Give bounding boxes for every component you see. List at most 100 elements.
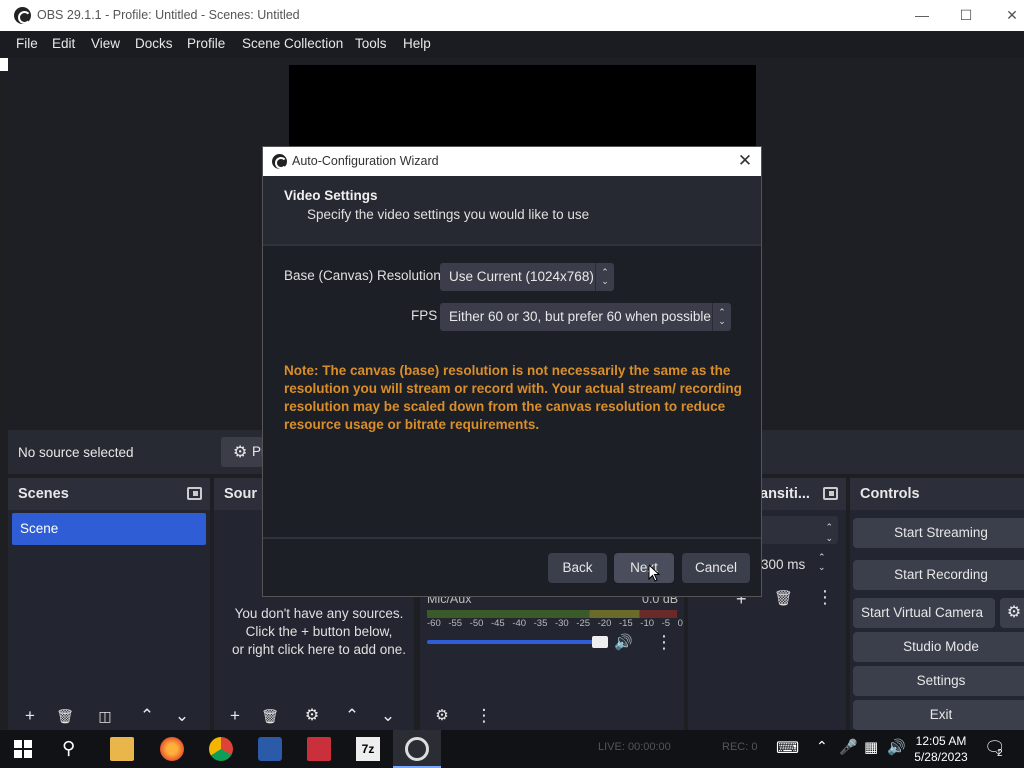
- notification-count: 2: [997, 748, 1003, 759]
- meter-tick: -5: [661, 618, 671, 629]
- clock[interactable]: 12:05 AM 5/28/2023: [910, 733, 972, 765]
- chevron-updown-icon: ⌃ ⌄: [825, 522, 833, 543]
- speaker-icon[interactable]: 🔊: [614, 633, 633, 651]
- obs-logo-icon: [405, 737, 429, 761]
- close-icon[interactable]: ✕: [733, 150, 757, 172]
- resolution-value: Use Current (1024x768): [449, 269, 594, 284]
- fps-value: Either 60 or 30, but prefer 60 when poss…: [449, 309, 711, 324]
- sources-empty-line-1: You don't have any sources.: [234, 606, 404, 621]
- menu-edit[interactable]: Edit: [52, 36, 75, 51]
- search-icon[interactable]: ⚲: [62, 738, 75, 759]
- scene-item-label: Scene: [20, 521, 59, 536]
- obs-taskbar-button[interactable]: [393, 730, 441, 768]
- move-scene-down-button[interactable]: ⌄: [169, 704, 195, 728]
- start-virtual-camera-label: Start Virtual Camera: [860, 605, 983, 620]
- gear-icon[interactable]: ⚙: [299, 704, 325, 728]
- float-dock-icon[interactable]: [823, 487, 838, 500]
- exit-button[interactable]: Exit: [853, 700, 1024, 730]
- chevron-updown-icon: ⌃ ⌄: [595, 263, 614, 291]
- divider: [263, 244, 761, 246]
- window-title: OBS 29.1.1 - Profile: Untitled - Scenes:…: [37, 8, 300, 22]
- wizard-subheading: Specify the video settings you would lik…: [307, 207, 590, 222]
- move-source-up-button[interactable]: ⌃: [339, 704, 365, 728]
- scenes-header: Scenes: [8, 478, 210, 510]
- background-strip: [0, 58, 8, 71]
- keyboard-icon[interactable]: ⌨: [776, 738, 799, 758]
- float-dock-icon[interactable]: [187, 487, 202, 500]
- powershell-icon[interactable]: [258, 737, 282, 761]
- advanced-audio-gear-icon[interactable]: ⚙: [429, 704, 455, 728]
- volume-slider-handle[interactable]: [592, 636, 608, 648]
- next-button[interactable]: Next: [614, 553, 674, 583]
- menu-file[interactable]: File: [16, 36, 38, 51]
- chevron-updown-icon: ⌃ ⌄: [712, 303, 731, 331]
- meter-tick: -25: [576, 618, 591, 629]
- chevron-up-icon[interactable]: ⌃: [816, 738, 828, 755]
- virtual-camera-gear-icon[interactable]: ⚙: [1000, 598, 1024, 628]
- transition-select[interactable]: ⌃ ⌄: [760, 516, 838, 544]
- volume-meter: [427, 610, 677, 618]
- obs-logo-icon: [272, 154, 287, 169]
- wizard-header: Video Settings Specify the video setting…: [263, 176, 761, 244]
- firefox-icon[interactable]: [160, 737, 184, 761]
- rec-status: REC: 0: [722, 741, 758, 753]
- menu-docks[interactable]: Docks: [135, 36, 173, 51]
- menu-scene-collection[interactable]: Scene Collection: [242, 36, 343, 51]
- meter-tick: -50: [469, 618, 484, 629]
- menu-view[interactable]: View: [91, 36, 120, 51]
- start-virtual-camera-button[interactable]: Start Virtual Camera: [853, 598, 995, 628]
- chrome-icon[interactable]: [209, 737, 233, 761]
- maximize-button[interactable]: ☐: [946, 4, 986, 26]
- window-titlebar: OBS 29.1.1 - Profile: Untitled - Scenes:…: [0, 0, 1024, 31]
- transition-duration[interactable]: 300 ms: [761, 557, 805, 572]
- add-source-button[interactable]: +: [222, 704, 248, 728]
- transitions-title: ansiti...: [760, 486, 810, 502]
- auto-configuration-wizard-dialog: Auto-Configuration Wizard ✕ Video Settin…: [262, 146, 762, 597]
- volume-slider[interactable]: [427, 640, 605, 644]
- volume-icon[interactable]: 🔊: [887, 738, 906, 756]
- clock-time: 12:05 AM: [915, 734, 967, 748]
- meter-tick: -20: [597, 618, 612, 629]
- more-options-icon[interactable]: ⋮: [655, 632, 673, 653]
- minimize-button[interactable]: —: [902, 4, 942, 26]
- start-recording-button[interactable]: Start Recording: [853, 560, 1024, 590]
- menu-help[interactable]: Help: [403, 36, 431, 51]
- scene-list-item[interactable]: Scene: [12, 513, 206, 545]
- move-scene-up-button[interactable]: ⌃: [134, 704, 160, 728]
- add-scene-button[interactable]: +: [17, 704, 43, 728]
- more-options-icon[interactable]: ⋮: [816, 587, 834, 608]
- dialog-titlebar: Auto-Configuration Wizard ✕: [263, 147, 761, 176]
- menubar: File Edit View Docks Profile Scene Colle…: [0, 31, 1024, 58]
- network-icon[interactable]: ▦: [864, 738, 878, 756]
- menu-profile[interactable]: Profile: [187, 36, 225, 51]
- resolution-select[interactable]: Use Current (1024x768) ⌃ ⌄: [440, 263, 614, 291]
- meter-tick: 0: [677, 618, 683, 629]
- meter-tick: -15: [618, 618, 633, 629]
- remote-desktop-icon[interactable]: [307, 737, 331, 761]
- move-source-down-button[interactable]: ⌄: [375, 704, 401, 728]
- trash-icon[interactable]: 🗑: [52, 704, 78, 728]
- trash-icon[interactable]: 🗑: [774, 589, 793, 607]
- trash-icon[interactable]: 🗑: [257, 704, 283, 728]
- controls-title: Controls: [860, 486, 920, 502]
- close-window-button[interactable]: ✕: [992, 4, 1024, 26]
- windows-taskbar: ⚲ 7z LIVE: 00:00:00 REC: 0 ⌨ ⌃ 🎤 ▦ 🔊 12:…: [0, 730, 1024, 768]
- menu-tools[interactable]: Tools: [355, 36, 387, 51]
- back-button[interactable]: Back: [548, 553, 607, 583]
- start-streaming-button[interactable]: Start Streaming: [853, 518, 1024, 548]
- settings-button[interactable]: Settings: [853, 666, 1024, 696]
- duration-spinner-icon[interactable]: ⌃ ⌄: [818, 552, 826, 572]
- cancel-button[interactable]: Cancel: [682, 553, 750, 583]
- more-options-icon[interactable]: ⋮: [471, 704, 497, 728]
- microphone-icon[interactable]: 🎤: [839, 738, 858, 756]
- windows-start-icon[interactable]: [14, 740, 32, 758]
- meter-tick: -45: [490, 618, 505, 629]
- fps-select[interactable]: Either 60 or 30, but prefer 60 when poss…: [440, 303, 731, 331]
- file-explorer-icon[interactable]: [110, 737, 134, 761]
- sources-empty-message[interactable]: You don't have any sources. Click the + …: [214, 605, 424, 659]
- scene-filters-button[interactable]: ◫: [92, 704, 118, 728]
- 7zip-icon[interactable]: 7z: [356, 737, 380, 761]
- studio-mode-button[interactable]: Studio Mode: [853, 632, 1024, 662]
- mouse-cursor-icon: [648, 564, 660, 582]
- meter-ticks: -60 -55 -50 -45 -40 -35 -30 -25 -20 -15 -10 -5 0: [427, 618, 683, 629]
